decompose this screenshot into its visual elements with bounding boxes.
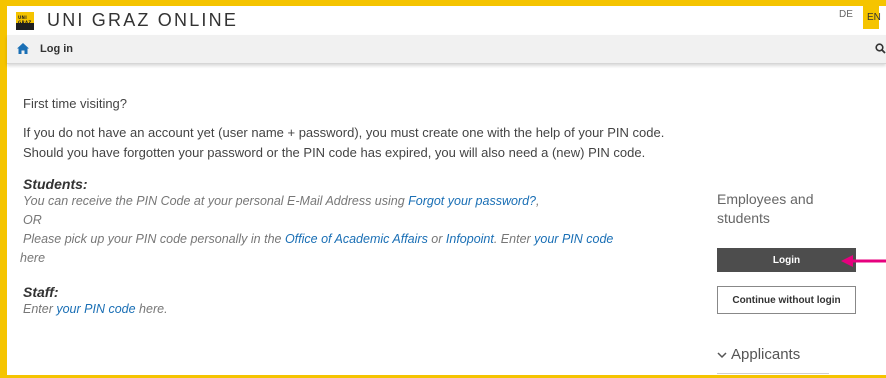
lang-en-link[interactable]: EN [863,6,881,29]
office-academic-affairs-link[interactable]: Office of Academic Affairs [285,232,428,246]
applicants-label: Applicants [731,346,801,363]
login-sidebar: Employees and students Login Continue wi… [717,190,867,314]
nav-bar: Log in [7,35,886,64]
students-title: Students: [23,176,88,192]
intro-heading: First time visiting? [23,96,128,111]
sidebar-heading: Employees and students [717,191,814,226]
main-content: First time visiting? If you do not have … [20,96,683,319]
staff-line: Enter your PIN code here. [23,302,168,316]
home-icon[interactable] [16,42,30,55]
lang-de-link[interactable]: DE [839,9,853,20]
applicants-divider [717,373,829,374]
app-title: UNI GRAZ ONLINE [47,10,239,30]
top-bar: UNI GRAZ UNI GRAZ ONLINE [7,6,886,35]
login-button[interactable]: Login [717,248,856,272]
staff-title: Staff: [23,284,59,300]
applicants-toggle[interactable]: Applicants [717,346,800,363]
forgot-password-link[interactable]: Forgot your password? [408,194,536,208]
search-icon[interactable] [875,43,886,54]
infopoint-link[interactable]: Infopoint [446,232,494,246]
students-section: Students: You can receive the PIN Code a… [20,176,683,268]
chevron-down-icon [717,352,727,359]
students-or: OR [23,213,42,227]
students-line-2: Please pick up your PIN code personally … [20,232,614,265]
continue-without-login-button[interactable]: Continue without login [717,286,856,314]
student-pin-code-link[interactable]: your PIN code [534,232,613,246]
staff-section: Staff: Enter your PIN code here. [23,284,683,319]
students-line-1: You can receive the PIN Code at your per… [23,194,540,208]
annotation-arrow-icon [841,255,886,267]
nav-login-link[interactable]: Log in [40,43,73,55]
staff-pin-code-link[interactable]: your PIN code [56,302,135,316]
intro-text: If you do not have an account yet (user … [23,125,665,160]
uni-graz-logo[interactable]: UNI GRAZ [16,12,34,30]
